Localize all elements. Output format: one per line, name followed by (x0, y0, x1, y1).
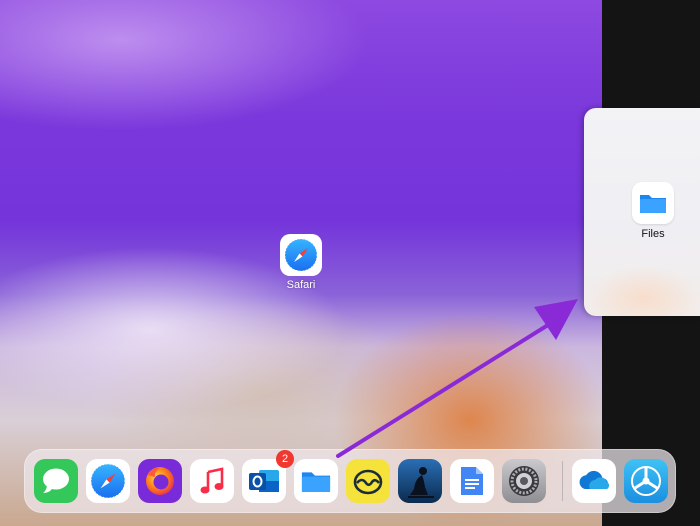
folder-icon (640, 195, 666, 213)
music-note-icon (200, 467, 224, 494)
outlook-icon (249, 470, 279, 492)
notification-badge: 2 (276, 450, 294, 468)
dock-app-docs[interactable] (450, 459, 494, 503)
speech-bubble-icon (43, 468, 69, 493)
dock-app-kindle[interactable] (398, 459, 442, 503)
dock-app-music[interactable] (190, 459, 234, 503)
dock-app-settings[interactable] (502, 459, 546, 503)
safari-app-label: Safari (286, 279, 316, 291)
safari-compass-icon (284, 238, 318, 272)
cloud-icon (579, 470, 610, 489)
dock-app-outlook[interactable]: 2 (242, 450, 294, 503)
dock-app-files[interactable] (294, 459, 338, 503)
dock-app-basecamp[interactable] (346, 459, 390, 503)
safari-compass-icon (90, 463, 126, 499)
dock-divider (562, 461, 563, 501)
dock-app-onedrive[interactable] (572, 459, 616, 503)
dock: 2 (24, 449, 676, 513)
folder-icon (301, 472, 331, 492)
files-app-icon[interactable] (632, 182, 674, 224)
document-icon (461, 467, 483, 495)
firefox-icon (146, 467, 174, 495)
safari-app-icon[interactable] (280, 234, 322, 276)
kindle-reader-icon (408, 467, 434, 498)
propeller-icon (631, 466, 661, 496)
basecamp-icon (353, 469, 383, 495)
dock-app-messages[interactable] (34, 459, 78, 503)
dock-app-testflight[interactable] (624, 459, 668, 503)
dock-app-safari[interactable] (86, 459, 130, 503)
gear-icon (509, 466, 539, 496)
files-app-label: Files (641, 228, 665, 240)
slide-over-panel[interactable]: Files (584, 108, 700, 316)
dock-app-firefox[interactable] (138, 459, 182, 503)
